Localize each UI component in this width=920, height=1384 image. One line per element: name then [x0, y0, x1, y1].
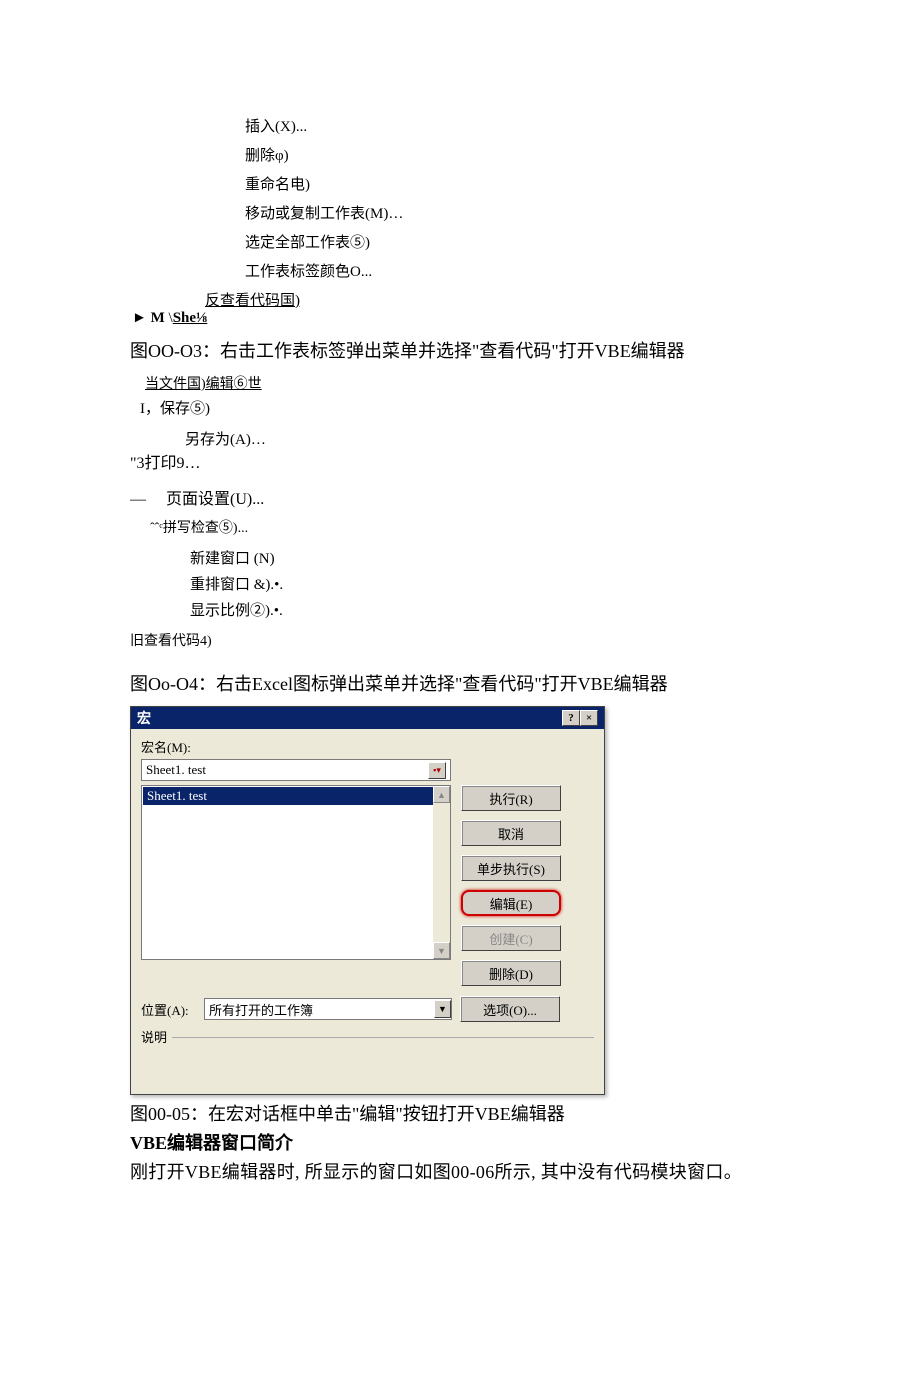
- menu-item-rename[interactable]: 重命名电): [245, 173, 790, 194]
- dash: —: [130, 491, 150, 509]
- triangle-icon: ►: [132, 310, 147, 327]
- menu-item-move-copy[interactable]: 移动或复制工作表(M)…: [245, 202, 790, 223]
- delete-button[interactable]: 删除(D): [461, 960, 561, 986]
- menu-item-old-view-code[interactable]: 旧查看代码4): [130, 630, 790, 650]
- dialog-titlebar: 宏 ? ×: [131, 707, 604, 729]
- section-heading: VBE编辑器窗口简介: [130, 1129, 790, 1155]
- context-menu-2: 新建窗口 (N) 重排窗口 &).•. 显示比例②).•.: [190, 547, 790, 620]
- menu-file-edit: 当文件国)编辑⑥世: [145, 373, 790, 393]
- menu-item-view-code[interactable]: 反查看代码国): [205, 289, 790, 310]
- help-button[interactable]: ?: [562, 710, 580, 726]
- figure-caption-03: 图OO-O3：右击工作表标签弹出菜单并选择"查看代码"打开VBE编辑器: [130, 337, 790, 363]
- macro-name-input[interactable]: Sheet1. test ▪▾: [141, 759, 451, 781]
- cancel-button[interactable]: 取消: [461, 820, 561, 846]
- menu-item-save[interactable]: I，保存⑤): [140, 397, 790, 418]
- menu-item-zoom[interactable]: 显示比例②).•.: [190, 599, 790, 620]
- macro-dialog: 宏 ? × 宏名(M): Sheet1. test ▪▾ Sheet1. tes…: [130, 706, 605, 1095]
- she-label: She⅛: [173, 310, 208, 326]
- edit-button[interactable]: 编辑(E): [461, 890, 561, 916]
- description-label: 说明: [141, 1027, 167, 1046]
- create-button: 创建(C): [461, 925, 561, 951]
- macro-name-label: 宏名(M):: [141, 737, 594, 756]
- description-area: [141, 1046, 594, 1084]
- figure-caption-05: 图00-05：在宏对话框中单击"编辑"按钮打开VBE编辑器: [130, 1100, 790, 1126]
- menu-item-page-setup[interactable]: — 页面设置(U)...: [130, 485, 790, 509]
- menu-item-arrange[interactable]: 重排窗口 &).•.: [190, 573, 790, 594]
- location-label: 位置(A):: [141, 1000, 196, 1019]
- divider: [172, 1037, 594, 1038]
- step-button[interactable]: 单步执行(S): [461, 855, 561, 881]
- menu-item-spell-check[interactable]: ˆˆᶜ拼写检查⑤)...: [150, 517, 790, 537]
- menu-item-print[interactable]: "3打印9…: [130, 449, 790, 473]
- macro-run-icon[interactable]: ▪▾: [428, 762, 446, 779]
- menu-item-delete[interactable]: 删除φ): [245, 144, 790, 165]
- dialog-title-text: 宏: [137, 708, 151, 728]
- macro-list[interactable]: Sheet1. test ▲ ▼: [141, 785, 451, 960]
- menu-item-select-all[interactable]: 选定全部工作表⑤): [245, 231, 790, 252]
- sheet-tab-indicator: ► M \She⅛: [132, 310, 790, 327]
- menu-item-tab-color[interactable]: 工作表标签颜色O...: [245, 260, 790, 281]
- menu-item-save-as[interactable]: 另存为(A)…: [185, 428, 790, 449]
- scroll-up-icon[interactable]: ▲: [433, 786, 450, 803]
- macro-name-value: Sheet1. test: [146, 762, 206, 778]
- context-menu-1: 插入(X)... 删除φ) 重命名电) 移动或复制工作表(M)… 选定全部工作表…: [245, 115, 790, 281]
- close-button[interactable]: ×: [580, 710, 598, 726]
- macro-list-item[interactable]: Sheet1. test: [143, 787, 449, 805]
- scrollbar[interactable]: ▲ ▼: [433, 786, 450, 959]
- m-label: M: [151, 310, 165, 326]
- menu-item-new-window[interactable]: 新建窗口 (N): [190, 547, 790, 568]
- run-button[interactable]: 执行(R): [461, 785, 561, 811]
- options-button[interactable]: 选项(O)...: [460, 996, 560, 1022]
- scroll-down-icon[interactable]: ▼: [433, 942, 450, 959]
- menu-item-insert[interactable]: 插入(X)...: [245, 115, 790, 136]
- location-combo[interactable]: 所有打开的工作簿 ▼: [204, 998, 452, 1020]
- location-value: 所有打开的工作簿: [209, 1000, 313, 1019]
- page-setup-label: 页面设置(U)...: [166, 491, 264, 508]
- dropdown-icon[interactable]: ▼: [434, 1000, 451, 1018]
- body-paragraph: 刚打开VBE编辑器时, 所显示的窗口如图00-06所示, 其中没有代码模块窗口。: [130, 1158, 790, 1184]
- figure-caption-04: 图Oo-O4：右击Excel图标弹出菜单并选择"查看代码"打开VBE编辑器: [130, 670, 790, 696]
